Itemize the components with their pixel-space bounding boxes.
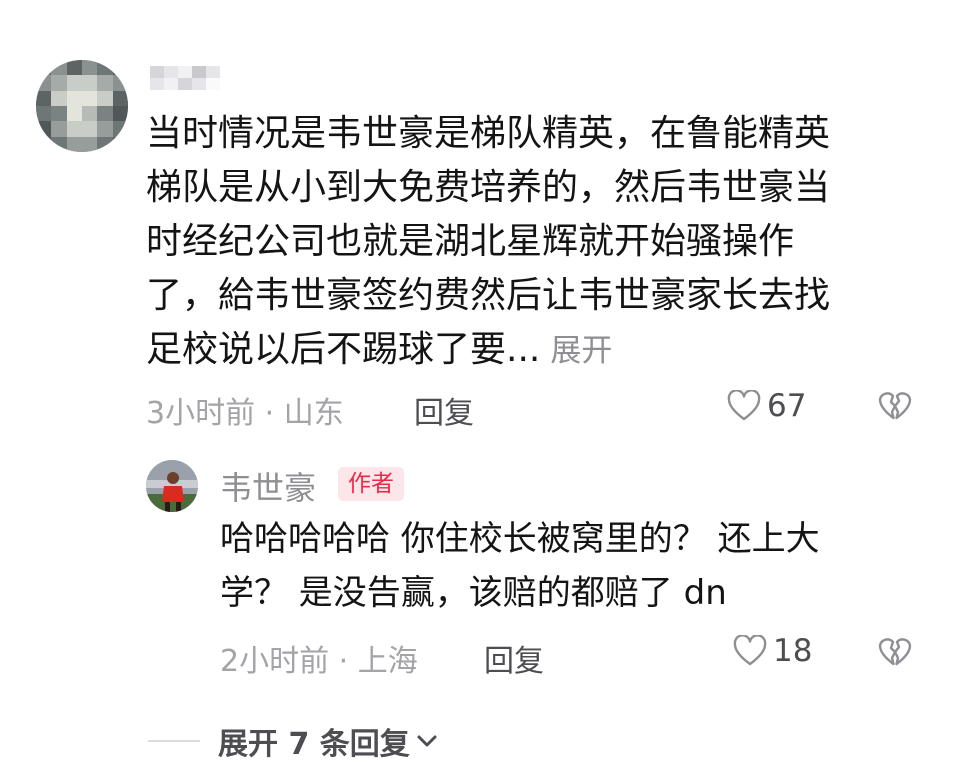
- meta-dot: ·: [329, 644, 358, 679]
- reply-author-name[interactable]: 韦世豪: [220, 463, 316, 509]
- broken-heart-icon: [878, 638, 912, 666]
- expand-comment-link[interactable]: 展开: [550, 333, 612, 369]
- reply-like-button[interactable]: 18: [733, 633, 812, 669]
- comment-text: 当时情况是韦世豪是梯队精英，在鲁能精英 梯队是从小到大免费培养的，然后韦世豪当 …: [146, 113, 831, 370]
- reply-dislike-button[interactable]: [878, 636, 912, 672]
- expand-replies-button[interactable]: 展开 7 条回复: [218, 719, 440, 763]
- reply-body: 哈哈哈哈哈 你住校长被窝里的？ 还上大 学？ 是没告赢，该赔的都赔了 dn: [220, 519, 820, 613]
- chevron-down-icon: [417, 735, 437, 747]
- author-badge: 作者: [338, 467, 404, 501]
- expand-replies-label: 展开 7 条回复: [218, 727, 410, 762]
- expand-divider: [148, 740, 200, 742]
- reply-location: 上海: [357, 644, 418, 679]
- comment-like-count: 67: [767, 388, 807, 424]
- broken-heart-icon: [878, 392, 912, 420]
- comment-meta: 3小时前 · 山东: [146, 388, 344, 432]
- meta-dot: ·: [255, 396, 284, 431]
- reply-meta: 2小时前 · 上海: [220, 636, 418, 680]
- reply-avatar[interactable]: [146, 460, 198, 512]
- reply-time: 2小时前: [220, 644, 330, 679]
- player-photo: [146, 460, 198, 512]
- comment-like-button[interactable]: 67: [727, 388, 806, 424]
- comment-body: 当时情况是韦世豪是梯队精英，在鲁能精英 梯队是从小到大免费培养的，然后韦世豪当 …: [146, 107, 906, 378]
- reply-reply-button[interactable]: 回复: [484, 636, 544, 680]
- avatar-blurred[interactable]: [36, 60, 128, 152]
- comment-location: 山东: [283, 396, 344, 431]
- heart-outline-icon: [733, 635, 767, 666]
- comment-time: 3小时前: [146, 396, 256, 431]
- username-blurred[interactable]: [150, 66, 220, 90]
- reply-like-count: 18: [773, 633, 813, 669]
- heart-outline-icon: [727, 390, 761, 421]
- comment-reply-button[interactable]: 回复: [414, 388, 474, 432]
- comment-dislike-button[interactable]: [878, 390, 912, 426]
